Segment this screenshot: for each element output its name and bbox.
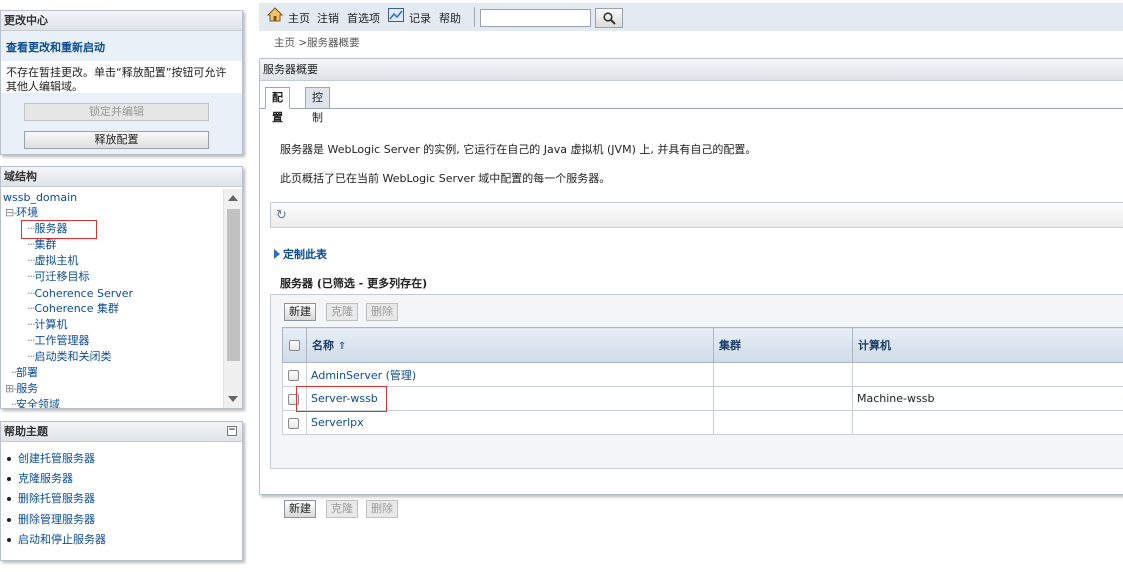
domain-structure-panel: 域结构 wssb_domain ⊟-环境 ···服务器 ···集群 ···虚拟主…: [0, 166, 243, 409]
refresh-icon[interactable]: ↻: [276, 208, 287, 223]
table-toolbar: ↻: [270, 202, 1123, 228]
collapse-icon[interactable]: −: [227, 426, 237, 436]
help-item[interactable]: 启动和停止服务器: [5, 531, 242, 551]
tree-item-clusters[interactable]: ···集群: [27, 238, 57, 252]
tree-item-startup-shutdown-classes[interactable]: ···启动类和关闭类: [27, 350, 112, 364]
machine-cell: Machine-wssb: [852, 386, 1123, 411]
change-center-description: 不存在暂挂更改。单击“释放配置”按钮可允许其他人编辑域。: [1, 61, 242, 93]
column-header-name[interactable]: 名称 ⇑: [306, 327, 714, 363]
server-summary-panel: 服务器概要 配置 控制 服务器是 WebLogic Server 的实例, 它运…: [259, 58, 1123, 518]
highlight-box-server-wssb: [296, 386, 387, 412]
help-topics-title: 帮助主题 −: [1, 422, 242, 442]
table-title: 服务器 (已筛选 - 更多列存在): [280, 277, 428, 290]
search-button[interactable]: [595, 8, 623, 28]
tree-item-migratable-targets[interactable]: ···可迁移目标: [27, 270, 90, 284]
tree-item-machines[interactable]: ···计算机: [27, 318, 68, 332]
help-topics-panel: 帮助主题 − 创建托管服务器 克隆服务器 删除托管服务器 删除管理服务器 启动和…: [0, 421, 243, 561]
toolbar-separator: [474, 7, 475, 27]
clone-button[interactable]: 克隆: [326, 303, 358, 321]
delete-button[interactable]: 删除: [366, 303, 398, 321]
breadcrumb[interactable]: 主页 >服务器概要: [274, 35, 360, 50]
table-header-row: 名称 ⇑ 集群 计算机: [282, 327, 1123, 363]
help-topics-list: 创建托管服务器 克隆服务器 删除托管服务器 删除管理服务器 启动和停止服务器: [1, 442, 242, 551]
cluster-cell: [713, 362, 853, 387]
servers-table-container: 新建 克隆 删除 名称 ⇑ 集群 计算机 AdminServer (管理) Se…: [270, 294, 1123, 518]
tree-item-services[interactable]: ⊞-服务: [5, 382, 38, 396]
help-item[interactable]: 克隆服务器: [5, 470, 242, 490]
column-header-machine[interactable]: 计算机: [852, 327, 1123, 363]
expand-triangle-icon: [274, 249, 280, 259]
tab-control[interactable]: 控制: [305, 87, 330, 124]
help-item[interactable]: 删除管理服务器: [5, 511, 242, 531]
home-link[interactable]: 主页: [288, 10, 310, 26]
search-input[interactable]: [480, 9, 591, 27]
new-button-bottom[interactable]: 新建: [284, 500, 316, 518]
record-link[interactable]: 记录: [409, 10, 431, 26]
tab-configuration[interactable]: 配置: [265, 87, 290, 124]
column-header-cluster[interactable]: 集群: [713, 327, 853, 363]
tree-item-coherence-cluster[interactable]: ···Coherence 集群: [27, 302, 119, 316]
tree-item-environment[interactable]: ⊟-环境: [5, 206, 38, 220]
cluster-cell: [713, 410, 853, 435]
tree-item-deployments[interactable]: ··部署: [11, 366, 38, 380]
logout-link[interactable]: 注销: [317, 10, 339, 26]
help-link[interactable]: 帮助: [439, 10, 461, 26]
table-row: Serverlpx: [282, 410, 1123, 435]
lock-and-edit-button[interactable]: 锁定并编辑: [24, 103, 209, 121]
home-icon[interactable]: [266, 7, 284, 25]
help-topics-title-text: 帮助主题: [4, 425, 48, 438]
page-description: 此页概括了已在当前 WebLogic Server 域中配置的每一个服务器。: [280, 172, 611, 185]
table-row: Server-wssb Machine-wssb: [282, 386, 1123, 411]
help-item[interactable]: 删除托管服务器: [5, 490, 242, 510]
tree-scrollbar[interactable]: [223, 189, 242, 408]
highlight-box-servers: [21, 220, 97, 239]
row-checkbox-cell[interactable]: [282, 362, 307, 387]
tree-item-security-realms[interactable]: ··安全领域: [11, 398, 60, 408]
tree-item-work-managers[interactable]: ···工作管理器: [27, 334, 90, 348]
server-description: 服务器是 WebLogic Server 的实例, 它运行在自己的 Java 虚…: [280, 143, 757, 156]
change-center-panel: 更改中心 查看更改和重新启动 不存在暂挂更改。单击“释放配置”按钮可允许其他人编…: [0, 10, 243, 155]
scroll-up-arrow-icon[interactable]: [228, 195, 238, 201]
change-center-title: 更改中心: [1, 11, 242, 31]
tree-item-virtual-hosts[interactable]: ···虚拟主机: [27, 254, 79, 268]
help-item[interactable]: 创建托管服务器: [5, 450, 242, 470]
record-icon[interactable]: [388, 8, 404, 25]
clone-button-bottom[interactable]: 克隆: [326, 500, 358, 518]
customize-table-link[interactable]: 定制此表: [274, 246, 327, 262]
servers-table: 名称 ⇑ 集群 计算机 AdminServer (管理) Server-wssb…: [282, 327, 1123, 435]
table-row: AdminServer (管理): [282, 362, 1123, 387]
select-all-column[interactable]: [282, 327, 307, 363]
page-title: 服务器概要: [260, 59, 1123, 81]
release-configuration-button[interactable]: 释放配置: [24, 131, 209, 149]
tab-divider: [260, 108, 1123, 109]
machine-cell: [852, 362, 1123, 387]
search-icon: [603, 12, 616, 25]
cluster-cell: [713, 386, 853, 411]
row-checkbox[interactable]: [288, 369, 299, 381]
top-toolbar: 主页 注销 首选项 记录 帮助: [259, 3, 1123, 31]
row-checkbox[interactable]: [288, 417, 299, 429]
view-changes-link[interactable]: 查看更改和重新启动: [1, 31, 242, 61]
new-button[interactable]: 新建: [284, 303, 316, 321]
delete-button-bottom[interactable]: 删除: [366, 500, 398, 518]
preferences-link[interactable]: 首选项: [347, 10, 380, 26]
scroll-thumb[interactable]: [227, 209, 240, 361]
select-all-checkbox[interactable]: [289, 340, 300, 351]
row-checkbox-cell[interactable]: [282, 410, 307, 435]
server-name-cell[interactable]: Serverlpx: [306, 410, 714, 435]
server-name-cell[interactable]: AdminServer (管理): [306, 362, 714, 387]
sort-ascending-icon[interactable]: ⇑: [338, 341, 346, 352]
tree-item-coherence-server[interactable]: ···Coherence Server: [27, 287, 133, 301]
scroll-down-arrow-icon[interactable]: [228, 396, 238, 402]
tree-root-domain[interactable]: wssb_domain: [3, 191, 77, 205]
domain-structure-title: 域结构: [1, 167, 242, 187]
machine-cell: [852, 410, 1123, 435]
